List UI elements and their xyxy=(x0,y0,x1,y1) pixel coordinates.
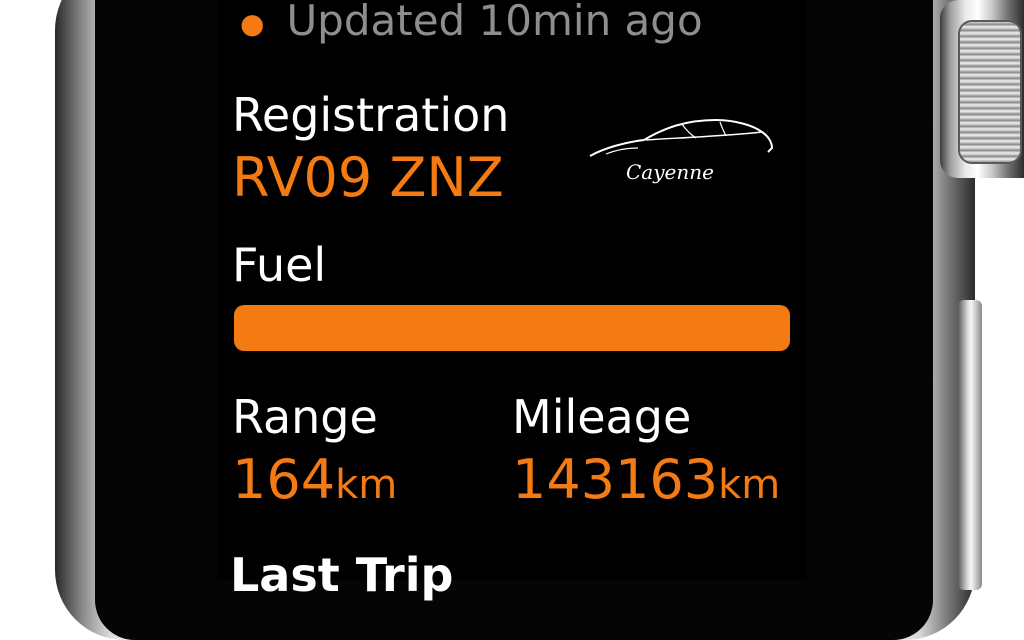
mileage-label: Mileage xyxy=(512,390,692,444)
fuel-bar xyxy=(234,305,790,351)
fuel-bar-fill xyxy=(234,305,790,351)
side-button[interactable] xyxy=(958,300,982,590)
model-logo-text: Cayenne xyxy=(626,160,714,184)
range-label: Range xyxy=(232,390,378,444)
range-unit: km xyxy=(335,462,398,508)
registration-label: Registration xyxy=(232,88,510,142)
mileage-unit: km xyxy=(718,462,781,508)
range-number: 164 xyxy=(232,448,336,511)
car-silhouette-icon xyxy=(589,118,774,157)
fuel-label: Fuel xyxy=(232,238,327,292)
cayenne-logo: Cayenne xyxy=(586,116,776,190)
mileage-value: 143163km xyxy=(512,448,780,511)
status-dot-icon: ● xyxy=(240,7,265,40)
registration-value: RV09 ZNZ xyxy=(232,146,504,209)
updated-status: ● Updated 10min ago xyxy=(240,0,703,45)
digital-crown-cap[interactable] xyxy=(958,20,1022,164)
updated-text: Updated 10min ago xyxy=(286,0,703,45)
mileage-number: 143163 xyxy=(512,448,719,511)
last-trip-heading: Last Trip xyxy=(230,548,454,602)
range-value: 164km xyxy=(232,448,397,511)
